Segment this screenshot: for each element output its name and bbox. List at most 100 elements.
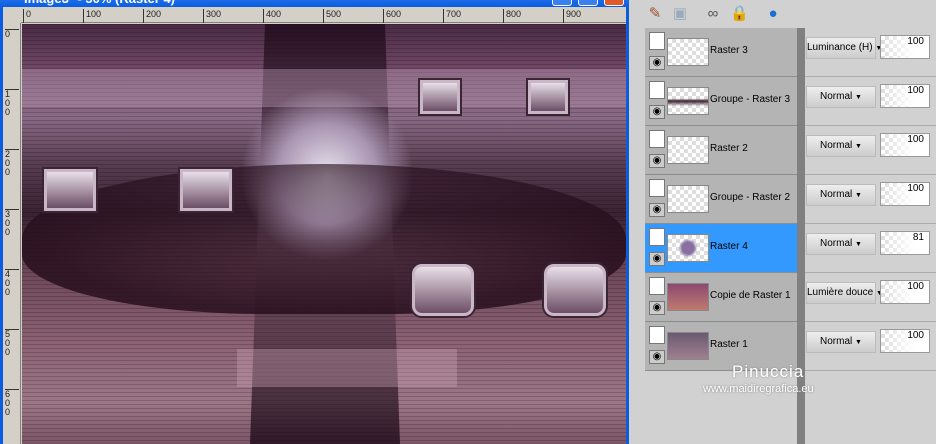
ruler-tick-label: 0 (5, 29, 19, 39)
opacity-field[interactable]: 100 (880, 280, 930, 304)
layer-page-icon[interactable] (649, 179, 665, 197)
layer-name: Raster 1 (710, 339, 748, 350)
blend-mode-value: Luminance (H) (807, 42, 873, 53)
bottom-band (237, 349, 457, 387)
ruler-tick-label: 800 (503, 9, 521, 23)
layer-name: Raster 4 (710, 241, 748, 252)
ruler-tick-label: 1 0 0 (5, 89, 19, 117)
chevron-down-icon: ▼ (855, 143, 862, 150)
ruler-tick-label: 0 (23, 9, 31, 23)
vertical-ruler: 0 1 0 0 2 0 0 3 0 0 4 0 0 5 0 0 6 0 0 (3, 23, 21, 444)
layer-properties: Normal ▼ 100 (805, 126, 936, 175)
image-canvas[interactable] (22, 24, 626, 444)
chevron-down-icon: ▼ (855, 241, 862, 248)
opacity-field[interactable]: 100 (880, 35, 930, 59)
watermark-url: www.maidiregrafica.eu (703, 383, 814, 395)
layer-row[interactable]: ◉ Raster 3 (645, 28, 797, 77)
close-button[interactable] (604, 0, 624, 6)
chevron-down-icon: ▼ (855, 192, 862, 199)
opacity-field[interactable]: 100 (880, 133, 930, 157)
blend-mode-value: Normal (820, 238, 853, 249)
blend-mode-dropdown[interactable]: Lumière douce ▼ (806, 282, 883, 304)
blend-mode-value: Normal (820, 91, 853, 102)
blend-mode-value: Lumière douce (807, 287, 874, 298)
chevron-down-icon: ▼ (855, 339, 862, 346)
layer-page-icon[interactable] (649, 32, 665, 50)
layer-thumbnail (667, 234, 709, 262)
blend-mode-value: Normal (820, 189, 853, 200)
mask-icon[interactable]: ▣ (671, 5, 689, 23)
layer-thumbnail (667, 38, 709, 66)
opacity-field[interactable]: 100 (880, 182, 930, 206)
refresh-icon[interactable]: ● (764, 5, 782, 23)
eye-icon[interactable]: ◉ (649, 203, 665, 217)
layer-thumbnail (667, 332, 709, 360)
link-icon[interactable]: ∞ (704, 5, 722, 23)
layer-row[interactable]: ◉ Groupe - Raster 2 (645, 175, 797, 224)
chevron-down-icon: ▼ (855, 94, 862, 101)
layer-page-icon[interactable] (649, 277, 665, 295)
lock-icon[interactable]: 🔒 (730, 5, 749, 23)
horizontal-ruler: 0 100 200 300 400 500 600 700 800 900 (21, 9, 626, 23)
edit-selection-icon[interactable]: ✎ (646, 5, 664, 23)
blend-mode-dropdown[interactable]: Luminance (H) ▼ (806, 37, 882, 59)
ruler-tick-label: 5 0 0 (5, 329, 19, 357)
layer-row[interactable]: ◉ Copie de Raster 1 (645, 273, 797, 322)
layer-name: Groupe - Raster 2 (710, 192, 791, 203)
blend-mode-dropdown[interactable]: Normal ▼ (806, 86, 876, 108)
layer-name: Raster 2 (710, 143, 748, 154)
ruler-tick-label: 100 (83, 9, 101, 23)
minimize-button[interactable] (552, 0, 572, 6)
deco-tile (528, 80, 568, 114)
layer-page-icon[interactable] (649, 81, 665, 99)
ruler-tick-label: 4 0 0 (5, 269, 19, 297)
layer-properties: Normal ▼ 100 (805, 322, 936, 371)
layer-name: Raster 3 (710, 45, 748, 56)
layers-toolbar: ✎ ▣ ∞ 🔒 ● (630, 0, 936, 28)
blend-mode-dropdown[interactable]: Normal ▼ (806, 233, 876, 255)
layer-properties: Normal ▼ 100 (805, 77, 936, 126)
eye-icon[interactable]: ◉ (649, 105, 665, 119)
ruler-tick-label: 3 0 0 (5, 209, 19, 237)
layer-thumbnail (667, 87, 709, 115)
layer-page-icon[interactable] (649, 326, 665, 344)
layer-page-icon[interactable] (649, 130, 665, 148)
layer-thumbnail (667, 185, 709, 213)
eye-icon[interactable]: ◉ (649, 56, 665, 70)
layer-row[interactable]: ◉ Raster 2 (645, 126, 797, 175)
layer-thumbnail (667, 136, 709, 164)
blend-mode-value: Normal (820, 336, 853, 347)
eye-icon[interactable]: ◉ (649, 301, 665, 315)
opacity-field[interactable]: 100 (880, 329, 930, 353)
maximize-button[interactable] (578, 0, 598, 6)
image-window: Image3* - 50% (Raster 4) 010020030040050… (0, 0, 629, 444)
layer-thumbnail (667, 283, 709, 311)
layer-properties: Normal ▼ 81 (805, 224, 936, 273)
blend-mode-dropdown[interactable]: Normal ▼ (806, 184, 876, 206)
eye-icon[interactable]: ◉ (649, 350, 665, 364)
ruler-tick-label: 2 0 0 (5, 149, 19, 177)
ruler-tick-label: 900 (563, 9, 581, 23)
layer-page-icon[interactable] (649, 228, 665, 246)
deco-tile (180, 169, 232, 211)
deco-tile (420, 80, 460, 114)
layer-row[interactable]: ◉ Raster 4 (645, 224, 797, 273)
watermark-name: Pinuccia (732, 362, 805, 381)
eye-icon[interactable]: ◉ (649, 154, 665, 168)
layer-properties: Luminance (H) ▼ 100 (805, 28, 936, 77)
layer-row[interactable]: ◉ Groupe - Raster 3 (645, 77, 797, 126)
ruler-tick-label: 300 (203, 9, 221, 23)
opacity-field[interactable]: 81 (880, 231, 930, 255)
eye-icon[interactable]: ◉ (649, 252, 665, 266)
deco-tile (44, 169, 96, 211)
deco-tile (412, 264, 474, 316)
ruler-tick-label: 600 (383, 9, 401, 23)
blend-mode-value: Normal (820, 140, 853, 151)
blend-mode-dropdown[interactable]: Normal ▼ (806, 331, 876, 353)
blend-mode-dropdown[interactable]: Normal ▼ (806, 135, 876, 157)
opacity-field[interactable]: 100 (880, 84, 930, 108)
ruler-tick-label: 500 (323, 9, 341, 23)
ruler-tick-label: 700 (443, 9, 461, 23)
deco-tile (544, 264, 606, 316)
layer-name: Copie de Raster 1 (710, 290, 791, 301)
